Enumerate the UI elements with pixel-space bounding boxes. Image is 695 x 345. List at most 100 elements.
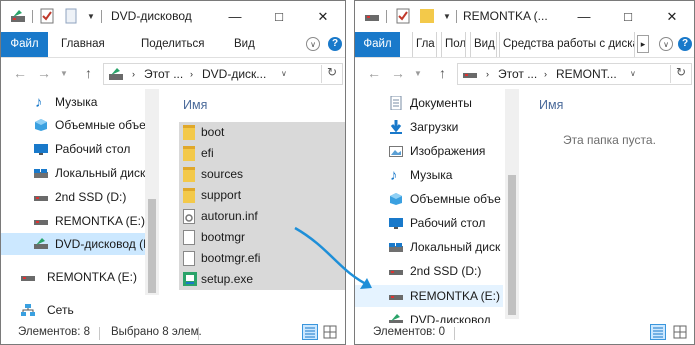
up-arrow-icon[interactable]: ↑ <box>85 65 92 81</box>
status-bar: Элементов: 8 Выбрано 8 элем. <box>1 322 345 344</box>
new-folder-icon[interactable] <box>63 8 79 24</box>
tab-file[interactable]: Файл <box>1 32 48 57</box>
up-arrow-icon[interactable]: ↑ <box>439 65 446 81</box>
nav-item-desktop[interactable]: Рабочий стол <box>1 138 151 160</box>
minimize-button[interactable]: — <box>213 1 257 32</box>
tiles-view-icon[interactable] <box>672 324 688 340</box>
breadcrumb-current[interactable]: DVD-диск... <box>202 67 266 81</box>
ribbon-expand-icon[interactable]: ∨ <box>306 37 320 51</box>
address-bar[interactable]: › Этот ... › REMONT... ∨ ↻ <box>457 63 692 85</box>
file-item[interactable]: bootmgr.efi <box>179 248 345 269</box>
nav-item-pictures[interactable]: Изображения <box>355 140 505 162</box>
nav-scrollbar[interactable] <box>505 89 519 319</box>
maximize-button[interactable]: □ <box>257 1 301 32</box>
properties-icon[interactable] <box>39 8 55 24</box>
nav-item-network[interactable]: Сеть <box>1 299 151 317</box>
nav-item-ssd-d[interactable]: 2nd SSD (D:) <box>355 260 505 282</box>
nav-item-remontka-e[interactable]: REMONTKA (E:) <box>355 285 503 307</box>
close-button[interactable]: ✕ <box>301 1 345 32</box>
scrollbar-thumb[interactable] <box>508 175 516 315</box>
network-icon <box>21 303 35 317</box>
status-item-count: Элементов: 8 <box>18 326 91 338</box>
file-item[interactable]: sources <box>179 164 345 185</box>
empty-folder-message: Эта папка пуста. <box>563 133 656 147</box>
nav-item-remontka-e[interactable]: REMONTKA (E:) <box>1 210 151 232</box>
quick-access-dropdown-icon[interactable]: ▼ <box>87 12 95 21</box>
tab-home[interactable]: Главная <box>61 32 105 57</box>
file-item[interactable]: bootmgr <box>179 227 345 248</box>
help-icon[interactable]: ? <box>328 37 342 51</box>
maximize-button[interactable]: □ <box>606 1 650 32</box>
drive-icon <box>34 190 48 204</box>
tab-view[interactable]: Вид <box>470 32 497 57</box>
file-item[interactable]: autorun.inf <box>179 206 345 227</box>
title-bar: ▼ REMONTKA (... — □ ✕ <box>355 1 694 32</box>
details-view-icon[interactable] <box>302 324 318 340</box>
column-header-name[interactable]: Имя <box>183 98 207 112</box>
tab-home[interactable]: Гла <box>412 32 437 57</box>
tab-drive-tools[interactable]: Средства работы с диска <box>499 32 635 57</box>
refresh-icon[interactable]: ↻ <box>670 65 691 83</box>
close-button[interactable]: ✕ <box>650 1 694 32</box>
details-view-icon[interactable] <box>650 324 666 340</box>
forward-arrow-icon[interactable]: → <box>391 65 405 81</box>
nav-item-ssd-d[interactable]: 2nd SSD (D:) <box>1 186 151 208</box>
tiles-view-icon[interactable] <box>322 324 338 340</box>
nav-item-3d-objects[interactable]: Объемные объе <box>1 114 151 136</box>
address-drive-icon <box>462 66 478 82</box>
new-folder-icon[interactable] <box>419 8 435 24</box>
nav-item-desktop[interactable]: Рабочий стол <box>355 212 505 234</box>
column-header-name[interactable]: Имя <box>539 98 563 112</box>
ribbon-scroll-right-icon[interactable]: ▸ <box>637 35 649 53</box>
address-bar[interactable]: › Этот ... › DVD-диск... ∨ ↻ <box>103 63 343 85</box>
tab-file[interactable]: Файл <box>355 32 400 57</box>
breadcrumb-this-pc[interactable]: Этот ... <box>144 67 183 81</box>
nav-item-music[interactable]: ♪ Музыка <box>355 164 505 186</box>
file-list: Имя boot efi sources support autorun.inf… <box>169 89 345 319</box>
explorer-window-dvd: ▼ DVD-дисковод — □ ✕ Файл Главная Подели… <box>0 0 346 345</box>
tab-share[interactable]: Поделиться <box>141 32 205 57</box>
nav-item-documents[interactable]: Документы <box>355 92 505 114</box>
file-item[interactable]: boot <box>179 122 345 143</box>
recent-dropdown-icon[interactable]: ▼ <box>60 69 68 78</box>
address-dropdown-icon[interactable]: ∨ <box>281 69 287 78</box>
tab-share[interactable]: Пол <box>441 32 466 57</box>
file-item[interactable]: efi <box>179 143 345 164</box>
address-dropdown-icon[interactable]: ∨ <box>630 69 636 78</box>
window-title: REMONTKA (... <box>463 9 548 23</box>
dvd-drive-icon <box>34 237 48 251</box>
nav-item-downloads[interactable]: Загрузки <box>355 116 505 138</box>
nav-scrollbar[interactable] <box>145 89 159 295</box>
recent-dropdown-icon[interactable]: ▼ <box>414 69 422 78</box>
nav-item-music[interactable]: ♪ Музыка <box>1 91 151 113</box>
tab-view[interactable]: Вид <box>234 32 255 57</box>
back-arrow-icon[interactable]: ← <box>13 65 27 81</box>
folder-icon <box>183 167 197 182</box>
nav-item-dvd-f[interactable]: DVD-дисковод (F <box>1 233 151 255</box>
breadcrumb-this-pc[interactable]: Этот ... <box>498 67 537 81</box>
back-arrow-icon[interactable]: ← <box>367 65 381 81</box>
refresh-icon[interactable]: ↻ <box>321 65 342 83</box>
nav-item-local-disk[interactable]: Локальный диск <box>355 236 505 258</box>
usb-drive-icon <box>389 289 403 303</box>
nav-item-remontka-e-2[interactable]: REMONTKA (E:) <box>1 266 151 288</box>
settings-file-icon <box>183 209 197 224</box>
nav-item-local-disk[interactable]: Локальный диск <box>1 162 151 184</box>
ribbon-expand-icon[interactable]: ∨ <box>659 37 673 51</box>
scrollbar-thumb[interactable] <box>148 199 156 293</box>
breadcrumb-current[interactable]: REMONT... <box>556 67 617 81</box>
navigation-pane: ♪ Музыка Объемные объе Рабочий стол Лока… <box>1 89 159 317</box>
help-icon[interactable]: ? <box>678 37 692 51</box>
nav-item-dvd[interactable]: DVD-дисковод <box>355 309 505 323</box>
file-item[interactable]: setup.exe <box>179 269 345 290</box>
properties-icon[interactable] <box>395 8 411 24</box>
forward-arrow-icon[interactable]: → <box>37 65 51 81</box>
desktop-icon <box>34 142 48 156</box>
pictures-icon <box>389 144 403 158</box>
file-item[interactable]: support <box>179 185 345 206</box>
quick-access-dropdown-icon[interactable]: ▼ <box>443 12 451 21</box>
minimize-button[interactable]: — <box>562 1 606 32</box>
window-title: DVD-дисковод <box>111 9 192 23</box>
status-selected-count: Выбрано 8 элем. <box>111 326 202 338</box>
nav-item-3d-objects[interactable]: Объемные объе <box>355 188 505 210</box>
